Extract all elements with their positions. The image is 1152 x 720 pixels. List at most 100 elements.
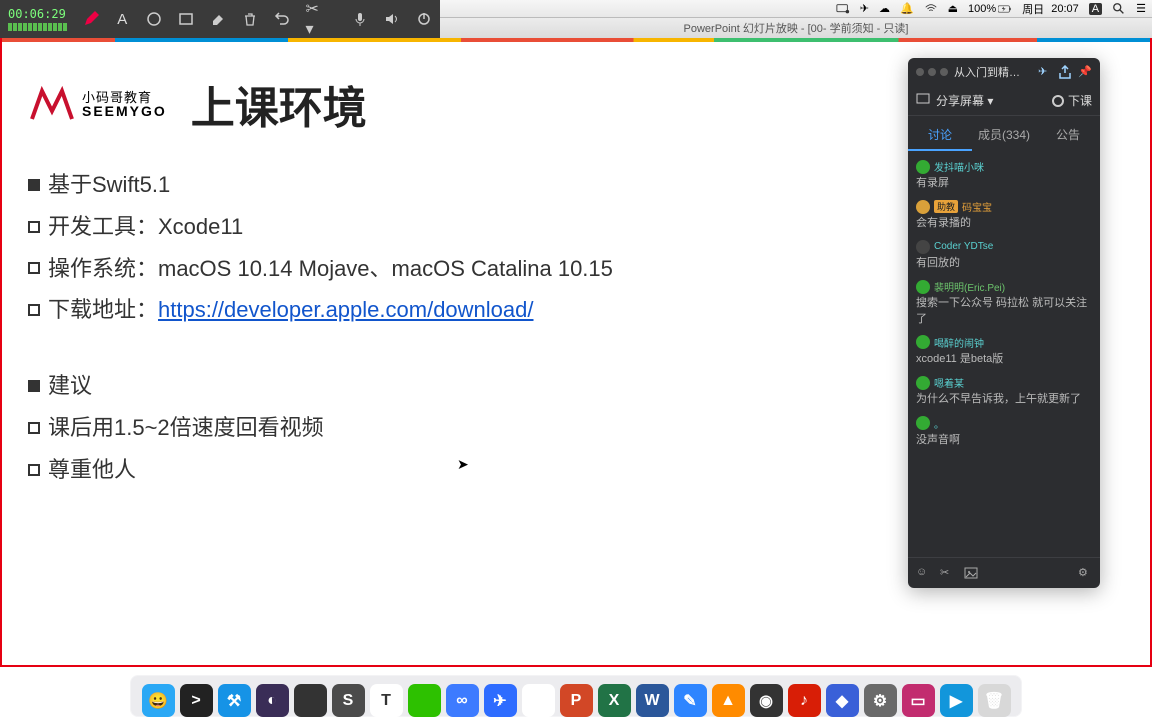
dock-app-app1[interactable]: ◆	[826, 684, 859, 717]
chat-message: 发抖喵小咪有录屏	[916, 159, 1092, 191]
dock-app-xcode[interactable]: ⚒	[218, 684, 251, 717]
power-icon[interactable]	[416, 11, 432, 27]
bullet-hollow-icon	[28, 262, 40, 274]
pen-icon[interactable]	[83, 11, 99, 27]
tab-discuss[interactable]: 讨论	[908, 120, 972, 151]
end-class-button[interactable]: 下课	[1052, 92, 1092, 109]
menu-eject-icon[interactable]: ⏏	[948, 2, 958, 15]
bullet-hollow-icon	[28, 464, 40, 476]
menu-wifi-icon[interactable]	[924, 2, 938, 16]
dock-app-eclipse[interactable]: ◐	[256, 684, 289, 717]
dock-app-trash[interactable]: 🗑	[978, 684, 1011, 717]
message-author: 。	[934, 416, 944, 431]
menu-battery[interactable]: 100%	[968, 2, 1012, 16]
dock: 😀>⚒◐ ST ∞✈ PXW✎▲◉♪◆⚙▭▶🗑	[0, 667, 1152, 720]
menu-cloud-icon[interactable]: ☁	[879, 2, 890, 15]
chat-messages: 发抖喵小咪有录屏助教码宝宝会有录播的Coder YDTse有回放的裴明明(Eri…	[908, 155, 1100, 557]
share-out-icon[interactable]	[1058, 65, 1072, 79]
role-tag: 助教	[934, 200, 958, 213]
undo-icon[interactable]	[274, 11, 290, 27]
bullet-1: 基于Swift5.1	[48, 164, 170, 206]
share-screen-label[interactable]: 分享屏幕	[936, 94, 984, 108]
circle-icon[interactable]	[146, 11, 162, 27]
menu-list-icon[interactable]: ☰	[1136, 2, 1146, 15]
rect-icon[interactable]	[178, 11, 194, 27]
chat-message: 助教码宝宝会有录播的	[916, 199, 1092, 231]
menu-screencast-icon[interactable]	[836, 2, 850, 16]
message-author: 喝醉的闹钟	[934, 335, 984, 350]
pin-icon[interactable]: 📌	[1078, 65, 1092, 79]
dock-app-github[interactable]	[294, 684, 327, 717]
bullet-hollow-icon	[28, 221, 40, 233]
message-text: 为什么不早告诉我，上午就更新了	[916, 392, 1092, 407]
airplane-icon[interactable]: ✈	[1038, 65, 1052, 79]
dock-app-vlc[interactable]: ▲	[712, 684, 745, 717]
titlebar-text: PowerPoint 幻灯片放映 - [00- 学前须知 - 只读]	[684, 20, 909, 36]
dock-app-feishu[interactable]: ✈	[484, 684, 517, 717]
bullet-7: 尊重他人	[48, 449, 136, 491]
audio-meter	[8, 23, 67, 31]
mic-icon[interactable]	[352, 11, 368, 27]
dock-app-settings[interactable]: ⚙	[864, 684, 897, 717]
dock-app-iterm[interactable]: >	[180, 684, 213, 717]
recording-timer: 00:06:29	[8, 7, 67, 21]
emoji-icon[interactable]: ☺	[916, 566, 930, 580]
dock-app-cleaner[interactable]: ▭	[902, 684, 935, 717]
chat-message: 喝醉的闹钟 xcode11 是beta版	[916, 335, 1092, 367]
dock-app-chrome[interactable]	[522, 684, 555, 717]
eraser-icon[interactable]	[210, 11, 226, 27]
avatar	[916, 280, 930, 294]
logo: 小码哥教育 SEEMYGO	[28, 85, 167, 123]
menu-input[interactable]: A	[1089, 3, 1102, 15]
chat-tabs: 讨论 成员(334) 公告	[908, 116, 1100, 155]
tab-notice[interactable]: 公告	[1036, 120, 1100, 151]
avatar	[916, 200, 930, 214]
tab-members[interactable]: 成员(334)	[972, 120, 1036, 151]
dock-app-tencent[interactable]: ▶	[940, 684, 973, 717]
dock-app-word[interactable]: W	[636, 684, 669, 717]
menu-airplane-icon[interactable]: ✈	[860, 2, 869, 15]
chat-message: 裴明明(Eric.Pei)搜索一下公众号 码拉松 就可以关注了	[916, 279, 1092, 327]
menu-bell-icon[interactable]: 🔔	[900, 2, 914, 15]
avatar	[916, 376, 930, 390]
logo-en: SEEMYGO	[82, 104, 167, 118]
message-author: 嗯着某	[934, 375, 964, 390]
dock-app-baidu[interactable]: ∞	[446, 684, 479, 717]
bullet-4-label: 下载地址：	[48, 297, 158, 322]
gear-icon[interactable]: ⚙	[1078, 566, 1092, 580]
avatar	[916, 240, 930, 254]
scissors-icon[interactable]: ✂	[940, 566, 954, 580]
download-link[interactable]: https://developer.apple.com/download/	[158, 297, 533, 322]
bullet-solid-icon	[28, 179, 40, 191]
dock-app-wechat[interactable]	[408, 684, 441, 717]
menu-clock[interactable]: 周日 20:07	[1022, 1, 1079, 17]
menu-spotlight-icon[interactable]	[1112, 2, 1126, 16]
text-icon[interactable]: A	[115, 11, 130, 27]
scissors-icon[interactable]: ✂▾	[306, 11, 321, 27]
dock-app-excel[interactable]: X	[598, 684, 631, 717]
bullet-solid-icon	[28, 380, 40, 392]
message-text: 搜索一下公众号 码拉松 就可以关注了	[916, 296, 1092, 327]
screen-share-icon[interactable]	[916, 92, 930, 109]
live-chat-panel: 从入门到精… ✈ 📌 分享屏幕 ▾ 下课 讨论 成员(334) 公告 发抖喵小咪…	[908, 58, 1100, 588]
bullet-6: 课后用1.5~2倍速度回看视频	[48, 407, 324, 449]
message-text: 会有录播的	[916, 216, 1092, 231]
avatar	[916, 416, 930, 430]
cursor-icon: ➤	[457, 456, 469, 473]
trash-icon[interactable]	[242, 11, 258, 27]
message-text: xcode11 是beta版	[916, 352, 1092, 367]
message-text: 有录屏	[916, 176, 1092, 191]
image-icon[interactable]	[964, 566, 978, 580]
window-controls[interactable]	[916, 68, 948, 76]
message-text: 没声音啊	[916, 433, 1092, 448]
dock-app-powerpoint[interactable]: P	[560, 684, 593, 717]
dock-app-sublime[interactable]: S	[332, 684, 365, 717]
dock-app-finder[interactable]: 😀	[142, 684, 175, 717]
dock-app-netease[interactable]: ♪	[788, 684, 821, 717]
dock-app-typora[interactable]: T	[370, 684, 403, 717]
speaker-icon[interactable]	[384, 11, 400, 27]
dock-app-notes[interactable]: ✎	[674, 684, 707, 717]
dock-app-obs[interactable]: ◉	[750, 684, 783, 717]
bullet-5: 建议	[48, 365, 92, 407]
message-author: 发抖喵小咪	[934, 159, 984, 174]
